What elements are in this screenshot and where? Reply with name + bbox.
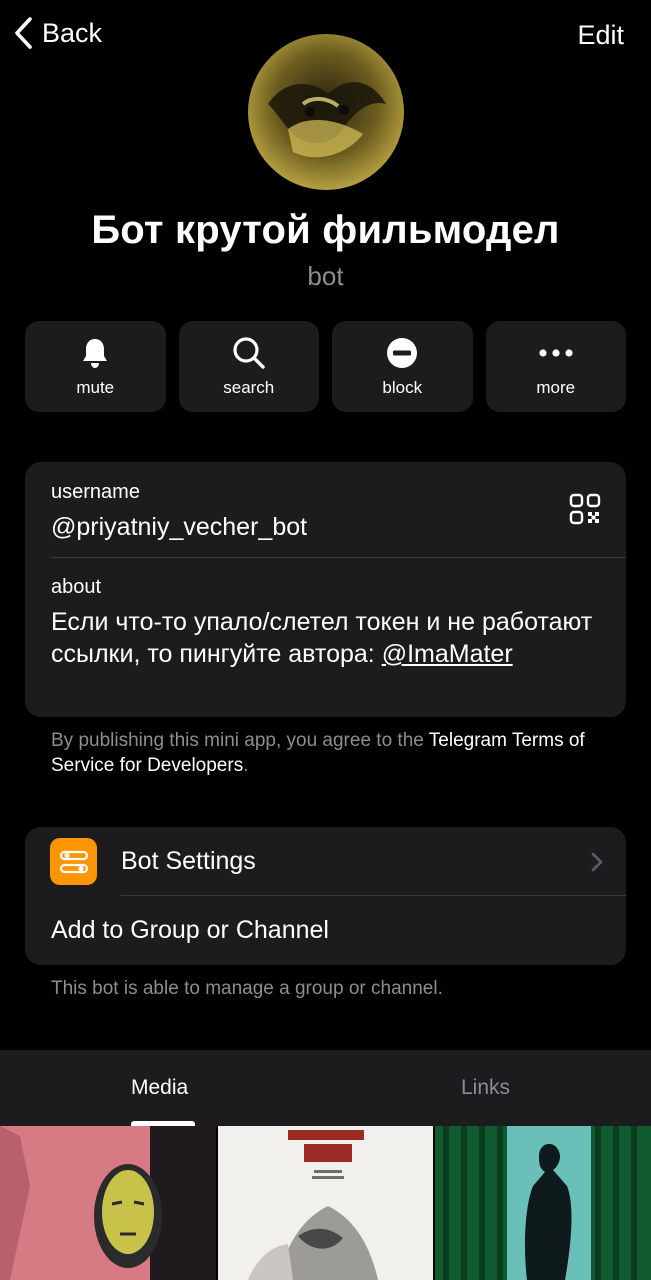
block-button[interactable]: block: [332, 321, 473, 412]
username-label: username: [51, 481, 140, 503]
more-icon: [539, 348, 573, 357]
avatar[interactable]: [248, 34, 404, 190]
settings-card: Bot Settings Add to Group or Channel: [25, 827, 626, 965]
tab-media[interactable]: Media: [131, 1076, 188, 1100]
qr-code-icon[interactable]: [569, 493, 601, 525]
bell-icon: [83, 338, 108, 368]
divider: [121, 895, 626, 896]
bot-settings-label: Bot Settings: [121, 847, 256, 875]
back-label: Back: [42, 17, 103, 48]
username-value[interactable]: @priyatniy_vecher_bot: [51, 513, 307, 542]
mute-label: mute: [76, 377, 115, 397]
media-thumbnail[interactable]: [435, 1126, 651, 1280]
profile-name: Бот крутой фильмодел: [91, 208, 560, 252]
search-label: search: [223, 377, 275, 397]
mini-app-terms-note: By publishing this mini app, you agree t…: [51, 728, 611, 778]
add-to-group-button[interactable]: Add to Group or Channel: [51, 916, 329, 945]
tab-links[interactable]: Links: [461, 1076, 510, 1100]
block-label: block: [382, 377, 423, 397]
about-text: Если что-то упало/слетел токен и не рабо…: [51, 606, 611, 670]
info-card: username @priyatniy_vecher_bot about Есл…: [25, 462, 626, 717]
terms-prefix: By publishing this mini app, you agree t…: [51, 730, 429, 751]
block-icon: [387, 337, 418, 368]
avatar-image: [248, 34, 404, 190]
media-thumbnail[interactable]: [217, 1126, 434, 1280]
sliders-icon: [50, 838, 97, 885]
search-icon: [233, 336, 265, 369]
edit-button[interactable]: Edit: [577, 20, 624, 51]
chevron-right-icon: [591, 852, 603, 872]
search-button[interactable]: search: [178, 321, 319, 412]
divider: [51, 557, 626, 558]
more-label: more: [536, 377, 576, 397]
mute-button[interactable]: mute: [25, 321, 166, 412]
back-button[interactable]: Back: [12, 16, 102, 50]
media-thumbnail[interactable]: [0, 1126, 216, 1280]
media-grid: [0, 1126, 651, 1280]
media-tabs: Media Links: [0, 1050, 651, 1126]
author-link[interactable]: @ImaMater: [382, 640, 513, 668]
bot-settings-row[interactable]: Bot Settings: [25, 827, 626, 896]
chevron-left-icon: [15, 17, 32, 49]
more-button[interactable]: more: [485, 321, 626, 412]
terms-suffix: .: [243, 755, 249, 776]
manage-group-note: This bot is able to manage a group or ch…: [51, 978, 443, 999]
about-label: about: [51, 576, 102, 598]
action-buttons: mute search block more: [25, 321, 626, 412]
profile-type: bot: [307, 261, 344, 291]
